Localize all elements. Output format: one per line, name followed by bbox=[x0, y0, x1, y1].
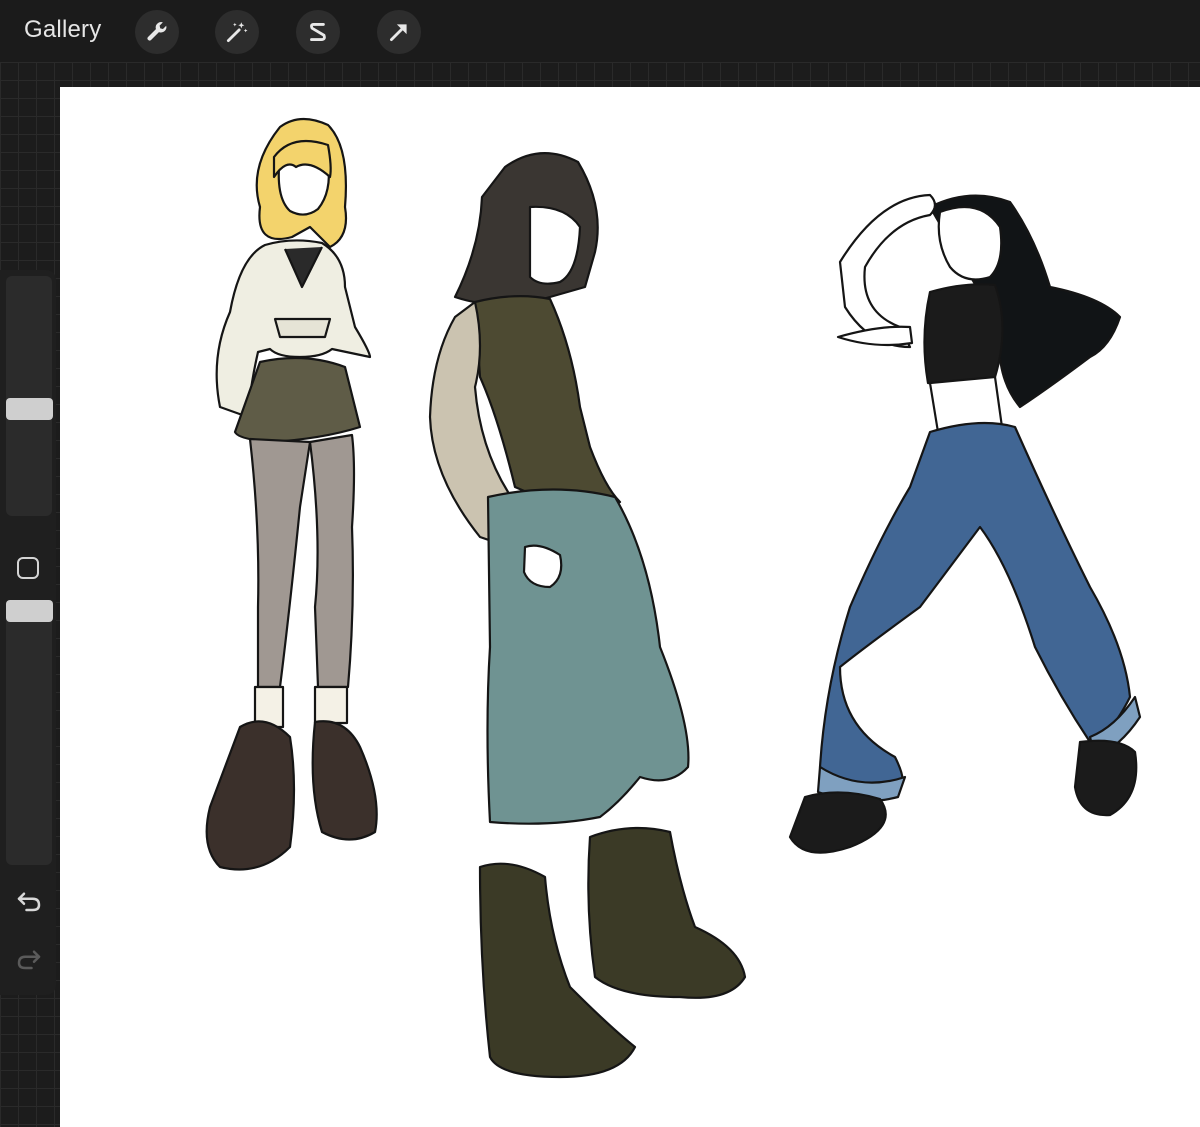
selection-icon[interactable] bbox=[296, 10, 340, 54]
left-sidebar bbox=[0, 270, 56, 995]
modifier-square-icon[interactable] bbox=[17, 557, 39, 579]
magic-wand-icon[interactable] bbox=[215, 10, 259, 54]
figure-blonde-girl bbox=[205, 117, 378, 871]
opacity-slider[interactable] bbox=[6, 605, 52, 865]
figure-posing-girl-jeans bbox=[788, 193, 1142, 854]
undo-icon[interactable] bbox=[14, 885, 44, 915]
brush-size-slider-thumb[interactable] bbox=[6, 398, 53, 421]
opacity-slider-thumb[interactable] bbox=[6, 599, 53, 622]
top-toolbar: Gallery bbox=[0, 0, 1200, 62]
redo-icon[interactable] bbox=[14, 943, 44, 973]
transform-arrow-icon[interactable] bbox=[377, 10, 421, 54]
figure-dark-hair-girl bbox=[428, 152, 747, 1079]
drawing-canvas[interactable] bbox=[60, 87, 1200, 1127]
gallery-button[interactable]: Gallery bbox=[24, 16, 101, 44]
artwork-illustration bbox=[205, 117, 1142, 1079]
brush-size-slider[interactable] bbox=[6, 276, 52, 516]
wrench-icon[interactable] bbox=[135, 10, 179, 54]
